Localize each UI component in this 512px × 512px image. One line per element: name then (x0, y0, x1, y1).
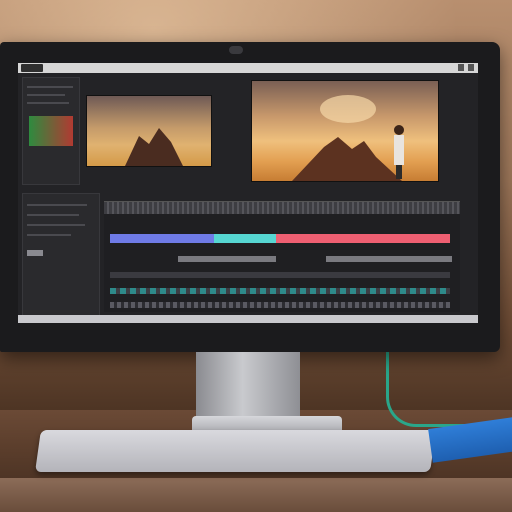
waveform-track (110, 288, 450, 294)
clip-blue[interactable] (110, 234, 214, 243)
close-icon[interactable] (468, 64, 474, 71)
app-logo-icon (21, 64, 43, 72)
desk-edge (0, 478, 512, 512)
green-cable (386, 352, 489, 427)
minimize-icon[interactable] (458, 64, 464, 71)
timeline-scrollbar[interactable] (110, 302, 450, 308)
menu-bar (18, 63, 478, 73)
audio-track (110, 272, 450, 278)
rock-landscape-image (125, 128, 183, 166)
video-editor-screen (18, 63, 478, 323)
clip-cyan[interactable] (214, 234, 276, 243)
source-monitor-preview (86, 95, 212, 167)
effects-panel (22, 193, 100, 319)
audio-clip[interactable] (326, 256, 452, 262)
color-scope (29, 116, 73, 146)
timeline-panel[interactable] (104, 201, 460, 312)
clip-red[interactable] (276, 234, 450, 243)
desert-person-image (292, 95, 404, 181)
audio-clip[interactable] (178, 256, 276, 262)
program-monitor-preview (251, 80, 439, 182)
panel-button[interactable] (27, 250, 43, 256)
status-bar (18, 315, 478, 323)
project-panel (22, 77, 80, 185)
webcam-icon (229, 46, 243, 54)
timeline-ruler[interactable] (104, 202, 460, 214)
keyboard[interactable] (35, 430, 436, 472)
monitor-stand (196, 352, 300, 422)
